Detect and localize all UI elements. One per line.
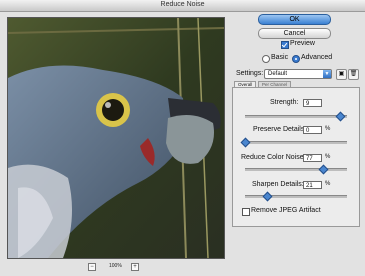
chevron-down-icon: ▼ <box>323 70 331 78</box>
bird-photo <box>8 18 224 258</box>
basic-radio[interactable] <box>262 55 270 63</box>
preserve-details-field[interactable]: 0 <box>303 126 322 134</box>
preview-image[interactable] <box>7 17 225 259</box>
zoom-out-button[interactable]: − <box>88 263 96 271</box>
sharpen-details-unit: % <box>325 181 331 187</box>
remove-jpeg-artifact-label: Remove JPEG Artifact <box>251 207 321 214</box>
strength-field[interactable]: 9 <box>303 99 322 107</box>
zoom-in-button[interactable]: + <box>131 263 139 271</box>
advanced-label: Advanced <box>301 54 333 61</box>
preview-checkbox[interactable] <box>281 41 289 49</box>
preview-label: Preview <box>290 40 315 47</box>
preserve-details-unit: % <box>325 126 331 132</box>
reduce-color-noise-field[interactable]: 77 <box>303 154 322 162</box>
sharpen-details-field[interactable]: 21 <box>303 181 322 189</box>
sharpen-details-slider[interactable] <box>245 191 347 202</box>
reduce-color-noise-slider[interactable] <box>245 164 347 175</box>
preserve-details-label: Preserve Details: <box>253 126 307 133</box>
settings-select[interactable]: Default ▼ <box>264 69 332 79</box>
reduce-color-noise-label: Reduce Color Noise: <box>241 154 306 161</box>
remove-jpeg-artifact-checkbox[interactable] <box>242 208 250 216</box>
reduce-color-noise-unit: % <box>325 154 331 160</box>
title-bar: Reduce Noise <box>0 0 365 12</box>
strength-slider[interactable] <box>245 111 347 122</box>
basic-label: Basic <box>271 54 289 61</box>
zoom-level: 100% <box>109 263 122 269</box>
cancel-button[interactable]: Cancel <box>258 28 331 39</box>
strength-label: Strength: <box>270 99 299 106</box>
ok-button[interactable]: OK <box>258 14 331 25</box>
delete-settings-icon[interactable]: 🗑 <box>348 69 359 80</box>
sharpen-details-label: Sharpen Details: <box>252 181 304 188</box>
settings-value: Default <box>268 71 288 77</box>
settings-label: Settings: <box>236 70 264 77</box>
preserve-details-slider[interactable] <box>240 137 347 148</box>
save-settings-icon[interactable]: ▣ <box>336 69 347 80</box>
window-title: Reduce Noise <box>160 1 205 8</box>
advanced-radio[interactable] <box>292 55 300 63</box>
